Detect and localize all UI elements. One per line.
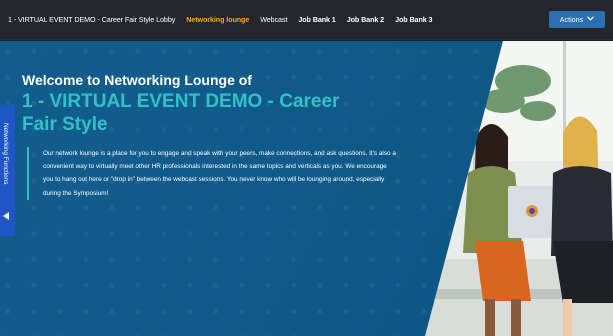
triangle-left-icon — [3, 212, 9, 220]
top-navigation-bar: 1 - VIRTUAL EVENT DEMO - Career Fair Sty… — [0, 0, 613, 40]
networking-functions-label: Networking Functions — [2, 123, 9, 185]
event-title: 1 - VIRTUAL EVENT DEMO - Career Fair Sty… — [22, 91, 340, 135]
nav-item-webcast[interactable]: Webcast — [260, 15, 287, 24]
nav-item-job-bank-3[interactable]: Job Bank 3 — [395, 15, 432, 24]
nav-item-lobby[interactable]: 1 - VIRTUAL EVENT DEMO - Career Fair Sty… — [8, 15, 175, 24]
nav-item-job-bank-2[interactable]: Job Bank 2 — [347, 15, 384, 24]
networking-functions-tab[interactable]: Networking Functions — [0, 105, 15, 236]
nav-menu: 1 - VIRTUAL EVENT DEMO - Career Fair Sty… — [8, 15, 433, 24]
actions-label: Actions — [559, 15, 584, 24]
welcome-heading: Welcome to Networking Lounge of — [22, 72, 252, 88]
actions-button[interactable]: Actions — [549, 11, 605, 28]
description-block: Our network lounge is a place for you to… — [27, 147, 397, 200]
lounge-hero: Welcome to Networking Lounge of 1 - VIRT… — [0, 41, 613, 336]
description-text: Our network lounge is a place for you to… — [43, 150, 396, 197]
nav-item-job-bank-1[interactable]: Job Bank 1 — [298, 15, 335, 24]
chevron-down-icon — [587, 16, 595, 23]
nav-item-networking-lounge[interactable]: Networking lounge — [186, 15, 249, 24]
